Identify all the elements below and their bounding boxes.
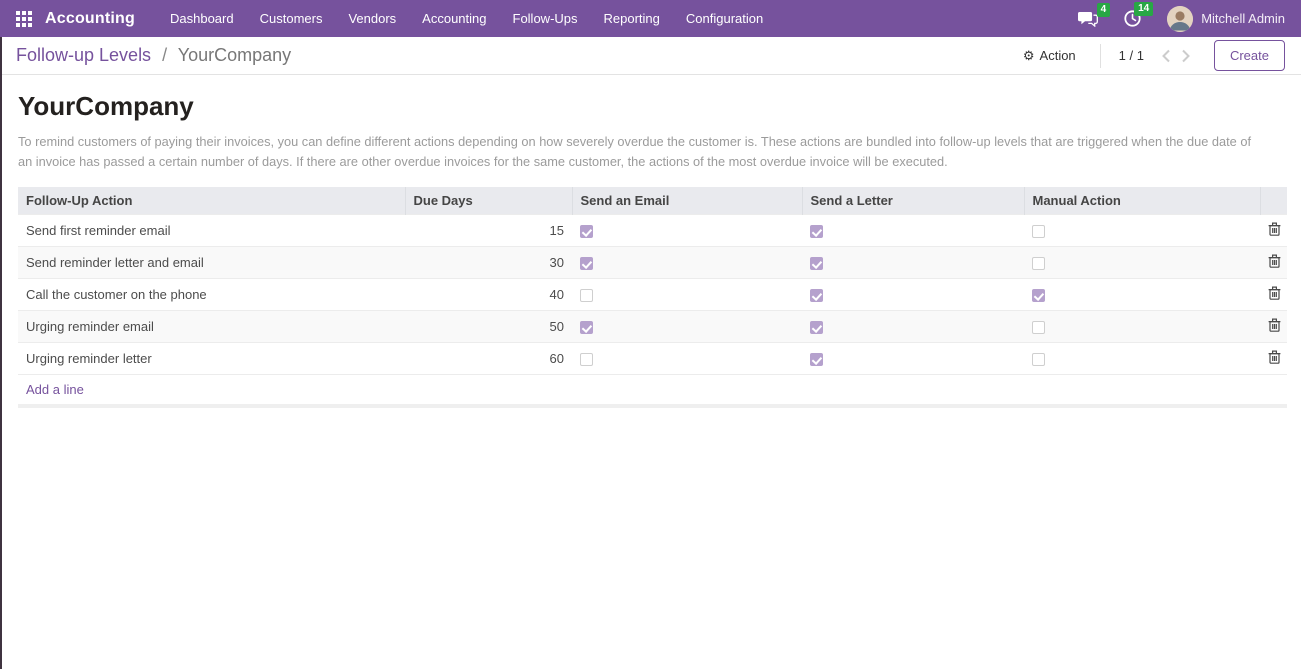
menu-item-follow-ups[interactable]: Follow-Ups (500, 0, 591, 37)
send-email-checkbox[interactable] (580, 289, 593, 302)
menu-item-reporting[interactable]: Reporting (591, 0, 673, 37)
control-panel: Follow-up Levels / YourCompany ⚙ Action … (2, 37, 1301, 75)
chevron-left-icon (1161, 49, 1171, 63)
menu-item-accounting[interactable]: Accounting (409, 0, 499, 37)
row-due-days[interactable]: 15 (405, 214, 572, 246)
send-letter-checkbox[interactable] (810, 353, 823, 366)
send-email-checkbox[interactable] (580, 321, 593, 334)
pager-previous-button[interactable] (1156, 49, 1176, 63)
menu-item-vendors[interactable]: Vendors (335, 0, 409, 37)
top-navbar: Accounting DashboardCustomersVendorsAcco… (0, 0, 1301, 37)
manual-action-checkbox[interactable] (1032, 257, 1045, 270)
activities-count-badge: 14 (1134, 2, 1153, 16)
navbar-right: 4 14 Mitchell Admin (1052, 6, 1285, 32)
send-letter-checkbox[interactable] (810, 321, 823, 334)
avatar (1167, 6, 1193, 32)
apps-grid-icon[interactable] (16, 11, 32, 27)
divider (1100, 44, 1101, 68)
manual-action-checkbox[interactable] (1032, 321, 1045, 334)
table-row[interactable]: Send first reminder email 15 (18, 214, 1287, 246)
send-letter-checkbox[interactable] (810, 257, 823, 270)
trash-icon (1268, 318, 1281, 332)
delete-row-button[interactable] (1268, 318, 1281, 332)
user-menu[interactable]: Mitchell Admin (1167, 6, 1285, 32)
form-sheet: YourCompany To remind customers of payin… (2, 91, 1301, 408)
delete-row-button[interactable] (1268, 254, 1281, 268)
column-header-followup-action: Follow-Up Action (18, 187, 405, 215)
control-panel-right: ⚙ Action 1 / 1 Create (1017, 40, 1285, 71)
trash-icon (1268, 350, 1281, 364)
row-action[interactable]: Send reminder letter and email (18, 246, 405, 278)
trash-icon (1268, 254, 1281, 268)
breadcrumb: Follow-up Levels / YourCompany (16, 45, 291, 66)
breadcrumb-parent-link[interactable]: Follow-up Levels (16, 45, 151, 65)
followup-lines-table: Follow-Up Action Due Days Send an Email … (18, 187, 1287, 408)
action-button[interactable]: ⚙ Action (1017, 47, 1082, 65)
table-body: Send first reminder email 15 Send remind… (18, 214, 1287, 406)
table-row[interactable]: Send reminder letter and email 30 (18, 246, 1287, 278)
gear-icon: ⚙ (1023, 48, 1035, 64)
create-button[interactable]: Create (1214, 40, 1285, 71)
table-row[interactable]: Urging reminder letter 60 (18, 342, 1287, 374)
manual-action-checkbox[interactable] (1032, 225, 1045, 238)
row-action[interactable]: Urging reminder email (18, 310, 405, 342)
column-header-send-letter: Send a Letter (802, 187, 1024, 215)
column-header-due-days: Due Days (405, 187, 572, 215)
pager-next-button[interactable] (1176, 49, 1196, 63)
chat-bubble-icon (1078, 11, 1098, 27)
row-action[interactable]: Send first reminder email (18, 214, 405, 246)
add-line-row: Add a line (18, 374, 1287, 406)
send-email-checkbox[interactable] (580, 225, 593, 238)
page-title: YourCompany (18, 91, 1285, 122)
app-brand[interactable]: Accounting (45, 10, 135, 28)
row-due-days[interactable]: 40 (405, 278, 572, 310)
messages-button[interactable]: 4 (1078, 11, 1098, 27)
pager-value: 1 / 1 (1119, 48, 1144, 63)
page-description: To remind customers of paying their invo… (18, 132, 1260, 173)
messages-count-badge: 4 (1097, 3, 1111, 17)
breadcrumb-current: YourCompany (178, 45, 291, 65)
row-due-days[interactable]: 30 (405, 246, 572, 278)
breadcrumb-separator: / (156, 45, 173, 65)
row-due-days[interactable]: 60 (405, 342, 572, 374)
manual-action-checkbox[interactable] (1032, 353, 1045, 366)
action-button-label: Action (1040, 48, 1076, 63)
manual-action-checkbox[interactable] (1032, 289, 1045, 302)
top-menu: DashboardCustomersVendorsAccountingFollo… (157, 0, 776, 37)
send-letter-checkbox[interactable] (810, 225, 823, 238)
table-row[interactable]: Call the customer on the phone 40 (18, 278, 1287, 310)
delete-row-button[interactable] (1268, 222, 1281, 236)
send-email-checkbox[interactable] (580, 353, 593, 366)
menu-item-customers[interactable]: Customers (247, 0, 336, 37)
pager-nav (1156, 49, 1196, 63)
window-body: Follow-up Levels / YourCompany ⚙ Action … (0, 37, 1301, 669)
row-action[interactable]: Urging reminder letter (18, 342, 405, 374)
column-header-delete (1260, 187, 1287, 215)
user-name: Mitchell Admin (1201, 11, 1285, 26)
activities-button[interactable]: 14 (1124, 10, 1141, 27)
add-a-line-link[interactable]: Add a line (18, 374, 1287, 406)
table-header-row: Follow-Up Action Due Days Send an Email … (18, 187, 1287, 215)
table-row[interactable]: Urging reminder email 50 (18, 310, 1287, 342)
trash-icon (1268, 286, 1281, 300)
column-header-manual-action: Manual Action (1024, 187, 1260, 215)
delete-row-button[interactable] (1268, 350, 1281, 364)
chevron-right-icon (1181, 49, 1191, 63)
column-header-send-email: Send an Email (572, 187, 802, 215)
menu-item-dashboard[interactable]: Dashboard (157, 0, 247, 37)
send-email-checkbox[interactable] (580, 257, 593, 270)
delete-row-button[interactable] (1268, 286, 1281, 300)
send-letter-checkbox[interactable] (810, 289, 823, 302)
menu-item-configuration[interactable]: Configuration (673, 0, 776, 37)
trash-icon (1268, 222, 1281, 236)
row-action[interactable]: Call the customer on the phone (18, 278, 405, 310)
row-due-days[interactable]: 50 (405, 310, 572, 342)
